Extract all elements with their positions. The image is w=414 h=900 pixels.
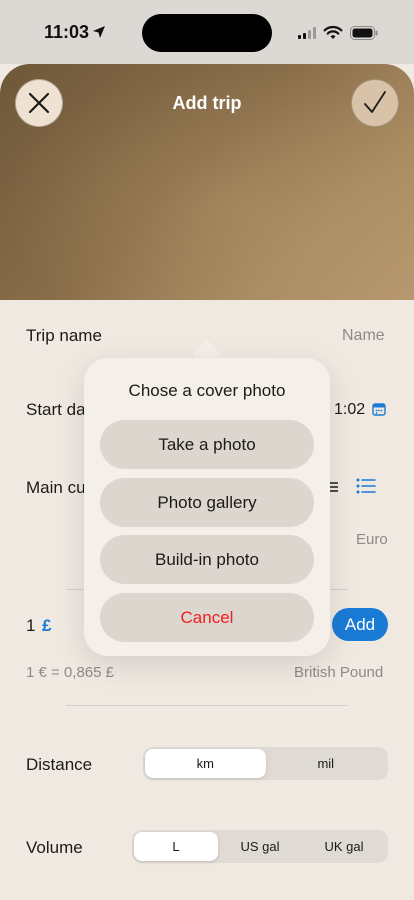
take-photo-button[interactable]: Take a photo bbox=[100, 420, 314, 469]
rate-amount[interactable]: 1 bbox=[26, 616, 35, 636]
cellular-signal-icon bbox=[298, 27, 316, 39]
start-date-label: Start da bbox=[26, 400, 86, 419]
volume-label: Volume bbox=[26, 838, 83, 857]
cancel-button[interactable]: Cancel bbox=[100, 593, 314, 642]
main-currency-label: Main cu bbox=[26, 478, 86, 497]
cover-photo-popover: Chose a cover photo Take a photo Photo g… bbox=[84, 358, 330, 656]
confirm-button[interactable] bbox=[351, 79, 399, 127]
distance-segmented-control[interactable]: km mil bbox=[143, 747, 388, 780]
add-button[interactable]: Add bbox=[332, 608, 388, 641]
dynamic-island bbox=[142, 14, 272, 52]
location-arrow-icon bbox=[93, 26, 105, 38]
distance-label: Distance bbox=[26, 755, 93, 774]
popover-title: Chose a cover photo bbox=[128, 381, 286, 400]
trip-name-input[interactable]: Name bbox=[342, 327, 385, 345]
trip-name-label: Trip name bbox=[26, 326, 102, 345]
status-bar: 11:03 bbox=[0, 0, 414, 64]
volume-segmented-control[interactable]: L US gal UK gal bbox=[132, 830, 388, 863]
distance-option-mil[interactable]: mil bbox=[266, 749, 387, 778]
status-time: 11:03 bbox=[44, 22, 90, 42]
start-time-value[interactable]: 1:02 bbox=[334, 401, 365, 419]
calendar-icon[interactable] bbox=[372, 402, 386, 416]
main-currency-value: Euro bbox=[356, 531, 388, 548]
volume-option-uk-gal[interactable]: UK gal bbox=[302, 832, 386, 861]
battery-icon bbox=[350, 26, 378, 40]
photo-gallery-button[interactable]: Photo gallery bbox=[100, 478, 314, 527]
checkmark-icon bbox=[364, 91, 386, 113]
volume-option-l[interactable]: L bbox=[134, 832, 218, 861]
rate-currency-symbol[interactable]: £ bbox=[42, 616, 51, 636]
builtin-photo-button[interactable]: Build-in photo bbox=[100, 535, 314, 584]
currency-list-icon[interactable] bbox=[330, 481, 338, 493]
volume-option-us-gal[interactable]: US gal bbox=[218, 832, 302, 861]
rate-currency-name: British Pound bbox=[294, 664, 384, 681]
divider bbox=[66, 705, 348, 706]
distance-option-km[interactable]: km bbox=[145, 749, 266, 778]
list-bullet-icon[interactable] bbox=[356, 477, 376, 495]
exchange-rate-text: 1 € = 0,865 £ bbox=[26, 664, 114, 681]
wifi-icon bbox=[323, 25, 343, 39]
